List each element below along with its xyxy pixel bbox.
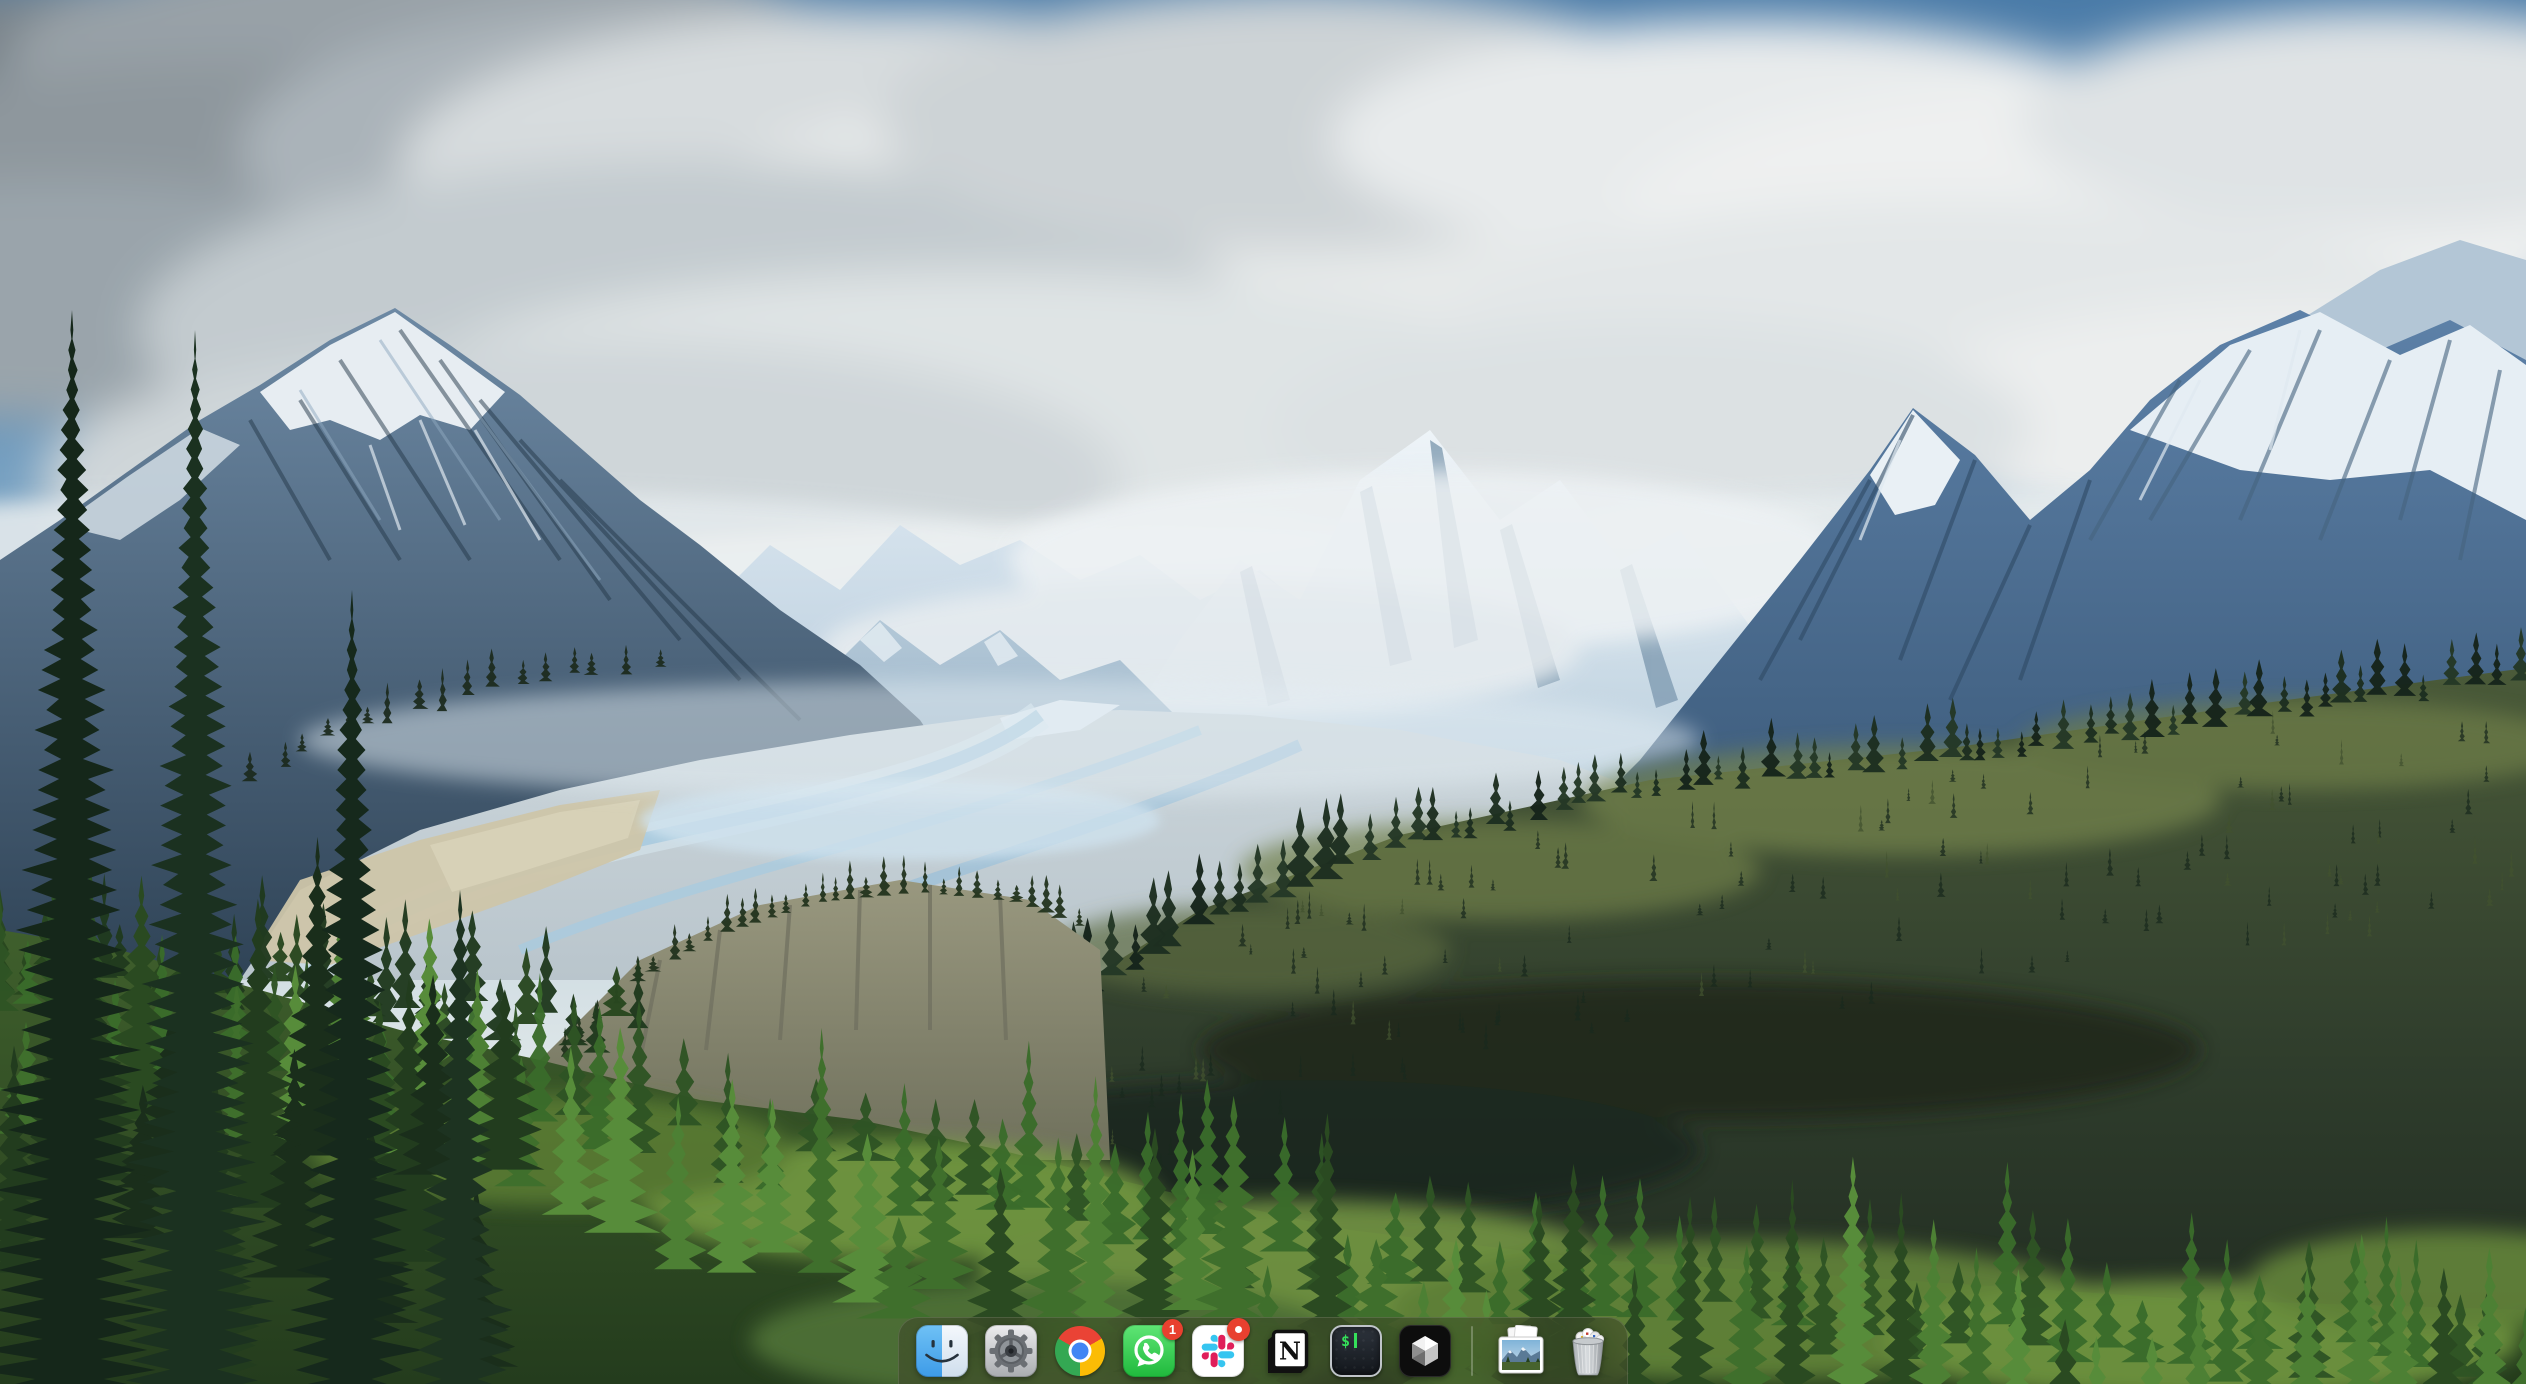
dock-item-terminal[interactable]: $ — [1329, 1324, 1383, 1378]
cursor-cube-icon — [1399, 1325, 1451, 1377]
slack-unread-dot — [1235, 1326, 1242, 1333]
dock-item-notion[interactable]: N — [1260, 1324, 1314, 1378]
dock-item-system-settings[interactable] — [984, 1324, 1038, 1378]
dock-item-finder[interactable] — [915, 1324, 969, 1378]
finder-icon — [916, 1325, 968, 1377]
chrome-core — [1072, 1343, 1089, 1360]
slack-badge — [1227, 1318, 1250, 1341]
notion-glyph: N — [1279, 1337, 1301, 1366]
dock-item-downloads-stack[interactable] — [1492, 1324, 1550, 1378]
whatsapp-badge: 1 — [1162, 1319, 1183, 1340]
photo-stack-icon — [1492, 1325, 1550, 1377]
terminal-prompt: $ — [1341, 1334, 1350, 1349]
dock-item-trash[interactable] — [1565, 1324, 1611, 1378]
dock-item-chrome[interactable] — [1053, 1324, 1107, 1378]
chrome-icon — [1055, 1326, 1105, 1376]
dock-item-cursor[interactable] — [1398, 1324, 1452, 1378]
desktop: 1 — [0, 0, 2526, 1384]
gear-icon — [985, 1325, 1037, 1377]
dock-item-slack[interactable] — [1191, 1324, 1245, 1378]
dock-separator — [1471, 1326, 1473, 1376]
notion-icon: N — [1261, 1325, 1313, 1377]
trash-full-icon — [1566, 1325, 1610, 1377]
terminal-cursor — [1354, 1333, 1357, 1348]
dock-item-whatsapp[interactable]: 1 — [1122, 1324, 1176, 1378]
terminal-icon: $ — [1330, 1325, 1382, 1377]
dock: 1 — [898, 1317, 1628, 1384]
wallpaper — [0, 0, 2526, 1384]
